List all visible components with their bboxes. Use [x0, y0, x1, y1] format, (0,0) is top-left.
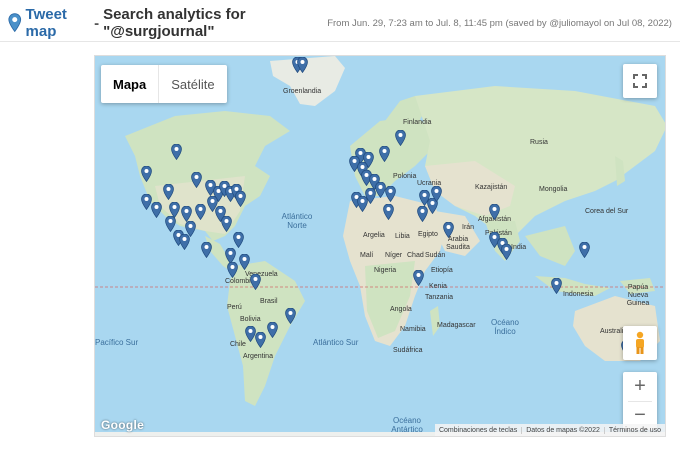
tweet-pin[interactable] [267, 322, 278, 338]
tweet-pin[interactable] [163, 184, 174, 200]
map-attribution: Combinaciones de teclas Datos de mapas ©… [434, 424, 665, 436]
label-papua-nueva-guinea: Papúa Nueva Guinea [626, 284, 650, 307]
map-pin-icon [8, 13, 22, 33]
tweet-pin[interactable] [383, 204, 394, 220]
label-polonia: Polonia [393, 173, 417, 180]
zoom-control: + − [623, 372, 657, 430]
tweet-pin[interactable] [413, 270, 424, 286]
label-argelia: Argelia [363, 232, 385, 239]
page-title: Search analytics for "@surgjournal" [103, 6, 246, 40]
tweet-pin[interactable] [239, 254, 250, 270]
label-india: India [511, 244, 527, 251]
label-mongolia: Mongolia [539, 186, 568, 193]
label-mali: Malí [360, 252, 374, 259]
fullscreen-icon [633, 74, 647, 88]
label-egipto: Egipto [418, 231, 438, 238]
label-corea-del-sur: Corea del Sur [585, 208, 629, 215]
label-chile: Chile [230, 341, 246, 348]
date-range-meta: From Jun. 29, 7:23 am to Jul. 8, 11:45 p… [327, 17, 672, 29]
label-niger: Níger [385, 252, 403, 259]
label-nigeria: Nigeria [374, 267, 397, 274]
tweet-pin[interactable] [255, 332, 266, 348]
tweet-pin[interactable] [233, 232, 244, 248]
tweet-pin[interactable] [250, 274, 261, 290]
label-namibia: Namibia [400, 326, 426, 333]
label-sudan: Sudán [425, 252, 446, 259]
tweet-pin[interactable] [227, 262, 238, 278]
tweet-pin[interactable] [141, 166, 152, 182]
street-view-pegman-button[interactable] [623, 326, 657, 360]
tweet-pin[interactable] [417, 206, 428, 222]
tweet-pin[interactable] [195, 204, 206, 220]
map-type-switch: Mapa Satélite [101, 65, 227, 103]
label-bolivia: Bolivia [240, 316, 261, 323]
label-etiopia: Etiopía [431, 267, 453, 274]
tweet-pin[interactable] [431, 186, 442, 202]
label-brasil: Brasil [260, 298, 278, 305]
label-atlantico-sur: Atlántico Sur [313, 338, 359, 347]
label-oceano-antartico: Océano Antártico [391, 416, 423, 434]
label-libia: Libia [395, 233, 410, 240]
tweet-pin[interactable] [489, 204, 500, 220]
label-finlandia: Finlandia [403, 119, 432, 126]
zoom-in-button[interactable]: + [623, 372, 657, 401]
tweet-pin[interactable] [579, 242, 590, 258]
tweet-pin[interactable] [379, 146, 390, 162]
label-arabia-saudita: Arabia Saudita [446, 236, 470, 251]
tweet-pin[interactable] [365, 188, 376, 204]
terms-of-use-link[interactable]: Términos de uso [603, 426, 665, 434]
tweet-pin[interactable] [221, 216, 232, 232]
label-pacifico-sur: Pacífico Sur [95, 338, 139, 347]
label-rusia: Rusia [530, 139, 548, 146]
fullscreen-button[interactable] [623, 64, 657, 98]
tweet-pin[interactable] [285, 308, 296, 324]
tweet-pin[interactable] [201, 242, 212, 258]
pegman-icon [636, 331, 644, 354]
tweet-pin[interactable] [501, 244, 512, 260]
label-argentina: Argentina [243, 353, 273, 360]
label-kazajistan: Kazajistán [475, 184, 508, 191]
tweet-pin[interactable] [181, 206, 192, 222]
title-separator: - [94, 14, 100, 32]
label-iran: Irán [462, 224, 475, 231]
label-chad: Chad [407, 252, 424, 259]
tweet-pin[interactable] [551, 278, 562, 294]
label-angola: Angola [390, 306, 412, 313]
map-data-credit: Datos de mapas ©2022 [521, 426, 604, 434]
label-oceano-indico: Océano Índico [490, 318, 520, 336]
label-indonesia: Indonesia [563, 291, 594, 298]
label-madagascar: Madagascar [437, 322, 476, 329]
tweet-pin[interactable] [171, 144, 182, 160]
tweet-pin[interactable] [191, 172, 202, 188]
map-canvas[interactable]: Groenlandia Finlandia Rusia Polonia Ucra… [94, 55, 666, 437]
map-type-map-button[interactable]: Mapa [101, 65, 160, 103]
app-link[interactable]: Tweet map [26, 6, 91, 40]
page-header: Tweet map - Search analytics for "@surgj… [8, 6, 672, 40]
tweet-pin[interactable] [395, 130, 406, 146]
tweet-pin[interactable] [385, 186, 396, 202]
label-kenia: Kenia [429, 283, 447, 290]
tweet-pin[interactable] [443, 222, 454, 238]
google-logo: Google [101, 418, 145, 432]
keyboard-shortcuts-link[interactable]: Combinaciones de teclas [435, 427, 521, 434]
label-peru: Perú [227, 304, 242, 311]
tweet-pin[interactable] [179, 234, 190, 250]
header-divider [0, 41, 680, 42]
tweet-pin[interactable] [151, 202, 162, 218]
map-type-satellite-button[interactable]: Satélite [159, 65, 226, 103]
label-sudafrica: Sudáfrica [393, 347, 423, 354]
label-atlantico-norte: Atlántico Norte [281, 212, 313, 230]
tweet-pin[interactable] [297, 57, 308, 73]
tweet-pin[interactable] [235, 191, 246, 207]
label-tanzania: Tanzania [425, 294, 454, 301]
label-groenlandia: Groenlandia [283, 88, 322, 95]
